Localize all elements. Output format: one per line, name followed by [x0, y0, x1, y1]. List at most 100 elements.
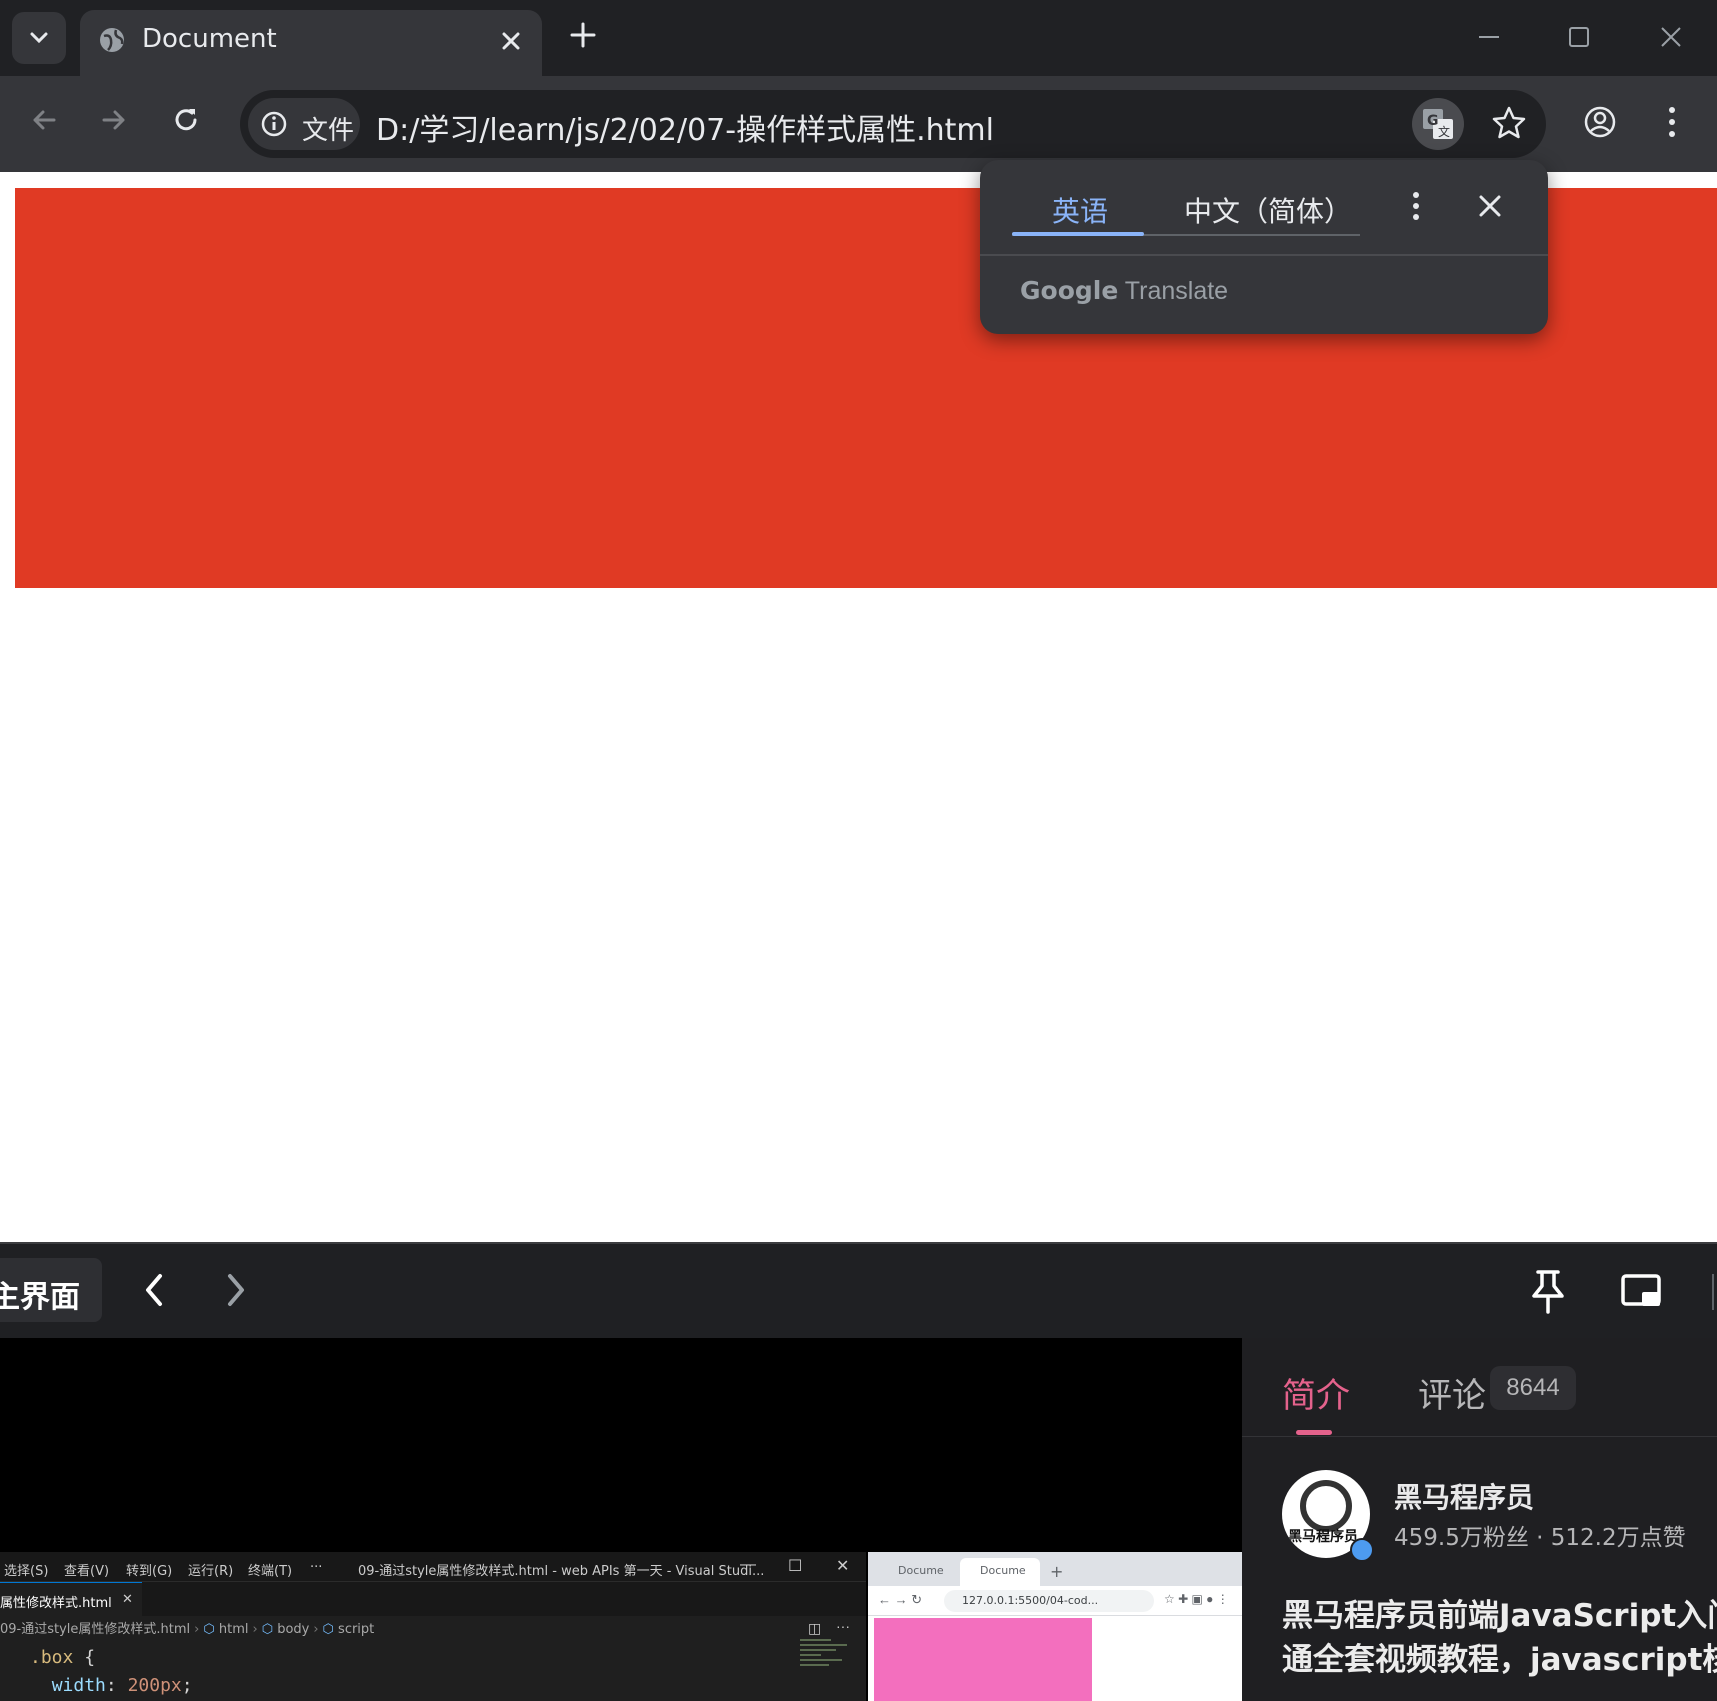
address-bar[interactable]: 文件 D:/学习/learn/js/2/02/07-操作样式属性.html G文 [240, 90, 1546, 158]
home-label: 主界面 [0, 1280, 80, 1315]
mini-pink-box [874, 1618, 1092, 1701]
translate-tab-chinese[interactable]: 中文（简体） [1184, 190, 1352, 230]
profile-icon[interactable] [1582, 104, 1618, 140]
vscode-tabs: 属性修改样式.html ✕ ◫ ··· [0, 1582, 866, 1636]
vscode-breadcrumb: 09-通过style属性修改样式.html › ⬡ html › ⬡ body › ⬡ sc… [0, 1622, 375, 1637]
mini-browser-toolbar: ← → ↻ 127.0.0.1:5500/04-cod... ☆ ✚ ▣ ● ⋮ [868, 1586, 1242, 1616]
translate-popup: 英语 中文（简体） Google Translate [980, 160, 1548, 334]
horse-logo-icon [1300, 1480, 1352, 1532]
tab-search-button[interactable] [12, 12, 66, 64]
chevron-right-icon[interactable] [224, 1272, 248, 1308]
verified-badge-icon [1350, 1538, 1374, 1562]
code-colon: : [105, 1675, 128, 1696]
chevron-left-icon[interactable] [142, 1272, 166, 1308]
mini-tab-1: Docume [898, 1564, 944, 1577]
window-close-icon[interactable] [1656, 22, 1686, 52]
mini-browser-tabs: Docume Docume + [868, 1552, 1242, 1586]
minimize-icon[interactable] [1474, 22, 1504, 52]
tab-strip: Document [0, 0, 1717, 76]
vscode-titlebar: 选择(S) 查看(V) 转到(G) 运行(R) 终端(T) ··· 09-通过s… [0, 1552, 866, 1582]
translate-button[interactable]: G文 [1412, 98, 1464, 150]
tab-title: Document [142, 24, 277, 54]
translate-icon: G文 [1423, 109, 1453, 139]
browser-tab[interactable]: Document [80, 10, 542, 76]
vscode-more-icon: ··· [836, 1618, 850, 1634]
breadcrumb-script: script [338, 1622, 375, 1637]
close-tab-icon[interactable] [498, 28, 524, 54]
body-tag-icon: ⬡ [261, 1622, 274, 1637]
tab-intro[interactable]: 简介 [1282, 1368, 1350, 1417]
maximize-icon[interactable] [1564, 22, 1594, 52]
video-frame[interactable]: 选择(S) 查看(V) 转到(G) 运行(R) 终端(T) ··· 09-通过s… [0, 1338, 1242, 1701]
vscode-maximize-icon: ☐ [788, 1558, 803, 1575]
svg-text:文: 文 [1438, 124, 1450, 139]
browser-toolbar: 文件 D:/学习/learn/js/2/02/07-操作样式属性.html G文 [0, 76, 1717, 172]
code-brace: { [73, 1647, 96, 1668]
breadcrumb-file: 09-通过style属性修改样式.html [0, 1622, 191, 1637]
vscode-tab-close-icon: ✕ [122, 1592, 133, 1607]
reload-icon[interactable] [170, 104, 202, 136]
code-property: width [51, 1675, 106, 1696]
vscode-menu-terminal: 终端(T) [248, 1564, 293, 1579]
translate-close-icon[interactable] [1476, 192, 1504, 220]
video-side-panel: 简介 评论 8644 黑马程序员 黑马程序员 459.5万粉丝 · 512.2万… [1242, 1338, 1717, 1701]
mini-tab-2: Docume [960, 1558, 1040, 1586]
mini-toolbar-icons: ☆ ✚ ▣ ● ⋮ [1164, 1592, 1229, 1606]
video-title-line-1: 黑马程序员前端JavaScript入门 [1282, 1598, 1717, 1634]
google-translate-brand: Google Translate [1020, 276, 1228, 306]
google-logo-text: Google [1020, 276, 1119, 305]
mini-new-tab-icon: + [1050, 1562, 1064, 1581]
vscode-window: 选择(S) 查看(V) 转到(G) 运行(R) 终端(T) ··· 09-通过s… [0, 1552, 866, 1701]
code-value: 200px [127, 1675, 182, 1696]
script-tag-icon: ⬡ [322, 1622, 334, 1637]
vscode-code: .box { width: 200px; [30, 1644, 193, 1700]
chevron-down-icon [30, 32, 48, 44]
tab-comments[interactable]: 评论 [1418, 1368, 1486, 1417]
kebab-menu-icon[interactable] [1656, 104, 1688, 140]
html-tag-icon: ⬡ [203, 1622, 215, 1637]
video-title: 黑马程序员前端JavaScript入门 通全套视频教程，javascript核心 [1282, 1594, 1717, 1682]
new-tab-icon[interactable] [568, 20, 598, 50]
mini-nav-icons: ← → ↻ [878, 1592, 923, 1607]
code-selector: .box [30, 1647, 74, 1668]
avatar-logo-text: 黑马程序员 [1288, 1529, 1358, 1545]
player-nav-bar: 主界面 [0, 1242, 1717, 1338]
breadcrumb-html: html [218, 1622, 249, 1637]
vscode-close-icon: ✕ [836, 1558, 850, 1575]
vscode-tab: 属性修改样式.html ✕ [0, 1582, 142, 1616]
vscode-menu-goto: 转到(G) [126, 1564, 173, 1579]
picture-in-picture-icon[interactable] [1620, 1272, 1664, 1312]
pin-icon[interactable] [1528, 1268, 1568, 1316]
translate-options-icon[interactable] [1406, 190, 1426, 222]
site-info-label: 文件 [302, 116, 355, 146]
bookmark-star-icon[interactable] [1490, 104, 1528, 142]
info-icon [261, 111, 287, 137]
breadcrumb-body: body [277, 1622, 310, 1637]
code-semicolon: ; [181, 1675, 193, 1696]
back-arrow-icon[interactable] [28, 104, 60, 136]
tab-intro-indicator [1296, 1430, 1332, 1435]
forward-arrow-icon[interactable] [98, 104, 130, 136]
author-stats: 459.5万粉丝 · 512.2万点赞 [1394, 1525, 1686, 1551]
video-title-line-2: 通全套视频教程，javascript核心 [1282, 1642, 1717, 1678]
author-name[interactable]: 黑马程序员 [1394, 1476, 1534, 1516]
translate-tab-indicator [1012, 232, 1144, 236]
globe-icon [100, 28, 124, 52]
svg-text:G: G [1427, 113, 1439, 129]
site-info-chip[interactable]: 文件 [248, 98, 360, 150]
translate-label: Translate [1124, 277, 1229, 305]
vscode-split-icon: ◫ [808, 1620, 822, 1636]
url-text[interactable]: D:/学习/learn/js/2/02/07-操作样式属性.html [376, 105, 994, 149]
side-divider [1242, 1436, 1717, 1437]
vscode-menu-select: 选择(S) [4, 1564, 49, 1579]
translate-tab-english[interactable]: 英语 [1052, 190, 1108, 230]
home-button[interactable]: 主界面 [0, 1258, 102, 1322]
vscode-menu-run: 运行(R) [188, 1564, 234, 1579]
mini-url: 127.0.0.1:5500/04-cod... [944, 1590, 1154, 1612]
vscode-window-title: 09-通过style属性修改样式.html - web APIs 第一天 - V… [358, 1564, 765, 1579]
translate-divider [980, 254, 1548, 256]
comment-count-badge: 8644 [1490, 1366, 1576, 1410]
vscode-minimize-icon: — [740, 1556, 756, 1573]
vscode-menu-more: ··· [310, 1560, 323, 1575]
vscode-minimap [800, 1636, 852, 1686]
